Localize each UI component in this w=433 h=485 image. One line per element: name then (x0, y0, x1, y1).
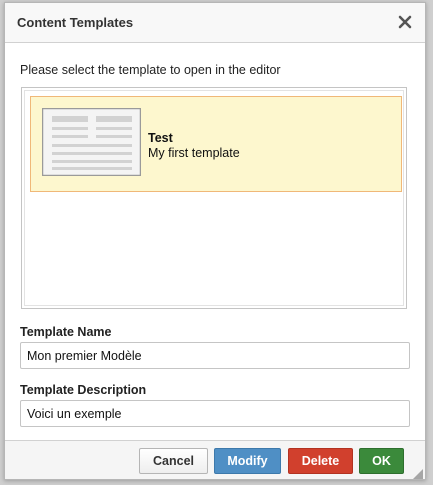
template-thumbnail-icon (41, 107, 142, 177)
template-description-label: Template Description (20, 383, 147, 397)
template-description-input[interactable] (20, 400, 410, 427)
dialog-title-bar: Content Templates (5, 3, 425, 43)
template-list-inner: Test My first template (24, 90, 404, 306)
template-list[interactable]: Test My first template (21, 87, 407, 309)
close-icon[interactable] (395, 12, 415, 32)
content-templates-dialog: Content Templates Please select the temp… (4, 2, 426, 480)
modify-button[interactable]: Modify (214, 448, 281, 474)
instruction-text: Please select the template to open in th… (20, 63, 281, 77)
resize-grip-icon[interactable] (413, 467, 423, 479)
ok-button[interactable]: OK (359, 448, 404, 474)
dialog-footer: Cancel Modify Delete OK (5, 440, 425, 479)
template-item[interactable]: Test My first template (30, 96, 402, 192)
dialog-title: Content Templates (17, 15, 134, 30)
cancel-button[interactable]: Cancel (139, 448, 208, 474)
template-title: Test (148, 131, 173, 145)
template-name-input[interactable] (20, 342, 410, 369)
template-description: My first template (148, 146, 240, 160)
template-name-label: Template Name (20, 325, 112, 339)
delete-button[interactable]: Delete (288, 448, 353, 474)
